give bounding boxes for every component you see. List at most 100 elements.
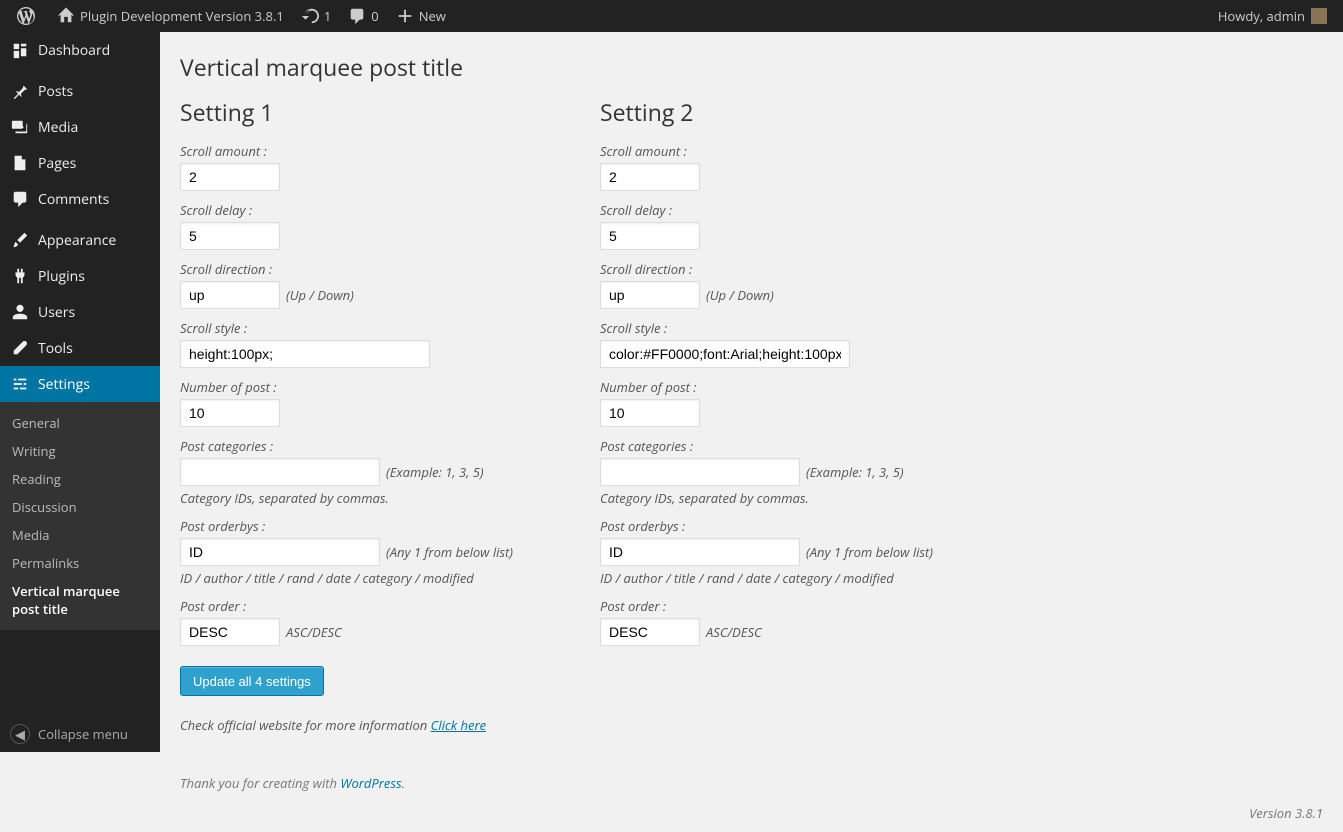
label-scroll-amount: Scroll amount : xyxy=(600,142,1000,160)
label-post-orderbys: Post orderbys : xyxy=(180,517,580,535)
updates-link[interactable]: 1 xyxy=(292,0,339,32)
label-scroll-delay: Scroll delay : xyxy=(600,201,1000,219)
account-link[interactable]: Howdy, admin xyxy=(1210,0,1335,32)
greeting: Howdy, admin xyxy=(1218,7,1305,25)
submenu-vertical-marquee[interactable]: Vertical marquee post title xyxy=(0,577,160,623)
main-content: Vertical marquee post title Setting 1 Sc… xyxy=(160,32,1343,832)
hint-order: ASC/DESC xyxy=(706,623,762,641)
label-post-categories: Post categories : xyxy=(180,437,580,455)
submit-button[interactable]: Update all 4 settings xyxy=(180,666,324,696)
hint-orderbys: (Any 1 from below list) xyxy=(806,543,933,561)
page-icon xyxy=(10,153,30,173)
input-post-order[interactable] xyxy=(180,618,280,646)
dashboard-icon xyxy=(10,40,30,60)
input-post-categories[interactable] xyxy=(600,458,800,486)
wp-logo[interactable] xyxy=(8,0,48,32)
footer-link[interactable]: Click here xyxy=(431,716,486,734)
comments-link[interactable]: 0 xyxy=(339,0,386,32)
input-post-order[interactable] xyxy=(600,618,700,646)
site-name: Plugin Development Version 3.8.1 xyxy=(80,7,284,25)
input-num-post[interactable] xyxy=(180,399,280,427)
setting-column-1: Setting 1 Scroll amount : Scroll delay :… xyxy=(180,87,580,646)
update-icon xyxy=(300,6,320,26)
settings-submenu: General Writing Reading Discussion Media… xyxy=(0,402,160,630)
label-scroll-style: Scroll style : xyxy=(600,319,1000,337)
plus-icon xyxy=(395,6,415,26)
comment-icon xyxy=(347,6,367,26)
input-scroll-amount[interactable] xyxy=(600,163,700,191)
plug-icon xyxy=(10,266,30,286)
submenu-media[interactable]: Media xyxy=(0,521,160,549)
input-scroll-direction[interactable] xyxy=(600,281,700,309)
admin-toolbar: Plugin Development Version 3.8.1 1 0 New… xyxy=(0,0,1343,32)
label-scroll-style: Scroll style : xyxy=(180,319,580,337)
hint-categories: (Example: 1, 3, 5) xyxy=(806,463,904,481)
submenu-general[interactable]: General xyxy=(0,409,160,437)
wrench-icon xyxy=(10,338,30,358)
avatar xyxy=(1311,8,1327,24)
submenu-reading[interactable]: Reading xyxy=(0,465,160,493)
label-post-order: Post order : xyxy=(180,597,580,615)
label-post-categories: Post categories : xyxy=(600,437,1000,455)
help-categories: Category IDs, separated by commas. xyxy=(600,489,1000,507)
menu-settings[interactable]: Settings xyxy=(0,366,160,402)
pin-icon xyxy=(10,81,30,101)
menu-posts[interactable]: Posts xyxy=(0,73,160,109)
menu-media[interactable]: Media xyxy=(0,109,160,145)
label-post-order: Post order : xyxy=(600,597,1000,615)
label-scroll-direction: Scroll direction : xyxy=(600,260,1000,278)
label-scroll-delay: Scroll delay : xyxy=(180,201,580,219)
input-scroll-direction[interactable] xyxy=(180,281,280,309)
menu-pages[interactable]: Pages xyxy=(0,145,160,181)
media-icon xyxy=(10,117,30,137)
label-num-post: Number of post : xyxy=(600,378,1000,396)
submenu-permalinks[interactable]: Permalinks xyxy=(0,549,160,577)
input-scroll-style[interactable] xyxy=(600,340,850,368)
home-icon xyxy=(56,6,76,26)
label-num-post: Number of post : xyxy=(180,378,580,396)
brush-icon xyxy=(10,230,30,250)
help-orderbys: ID / author / title / rand / date / cate… xyxy=(600,569,1000,587)
thank-you: Thank you for creating with WordPress. xyxy=(180,774,1323,792)
submenu-discussion[interactable]: Discussion xyxy=(0,493,160,521)
help-categories: Category IDs, separated by commas. xyxy=(180,489,580,507)
user-icon xyxy=(10,302,30,322)
collapse-icon: ◀ xyxy=(10,724,30,744)
input-post-orderbys[interactable] xyxy=(600,538,800,566)
input-post-orderbys[interactable] xyxy=(180,538,380,566)
menu-appearance[interactable]: Appearance xyxy=(0,222,160,258)
sliders-icon xyxy=(10,374,30,394)
input-scroll-delay[interactable] xyxy=(600,222,700,250)
wordpress-link[interactable]: WordPress xyxy=(340,774,401,792)
collapse-menu[interactable]: ◀Collapse menu xyxy=(0,716,160,752)
site-link[interactable]: Plugin Development Version 3.8.1 xyxy=(48,0,292,32)
input-scroll-delay[interactable] xyxy=(180,222,280,250)
label-post-orderbys: Post orderbys : xyxy=(600,517,1000,535)
setting-column-2: Setting 2 Scroll amount : Scroll delay :… xyxy=(600,87,1000,646)
page-title: Vertical marquee post title xyxy=(180,42,1323,87)
new-label: New xyxy=(419,7,446,25)
hint-orderbys: (Any 1 from below list) xyxy=(386,543,513,561)
admin-sidebar: Dashboard Posts Media Pages Comments App… xyxy=(0,32,160,752)
menu-users[interactable]: Users xyxy=(0,294,160,330)
input-num-post[interactable] xyxy=(600,399,700,427)
new-link[interactable]: New xyxy=(387,0,454,32)
updates-count: 1 xyxy=(324,7,331,25)
menu-comments[interactable]: Comments xyxy=(0,181,160,217)
help-orderbys: ID / author / title / rand / date / cate… xyxy=(180,569,580,587)
menu-tools[interactable]: Tools xyxy=(0,330,160,366)
footer-note: Check official website for more informat… xyxy=(180,716,1323,734)
input-scroll-amount[interactable] xyxy=(180,163,280,191)
label-scroll-direction: Scroll direction : xyxy=(180,260,580,278)
input-scroll-style[interactable] xyxy=(180,340,430,368)
setting-heading: Setting 2 xyxy=(600,87,1000,132)
label-scroll-amount: Scroll amount : xyxy=(180,142,580,160)
menu-plugins[interactable]: Plugins xyxy=(0,258,160,294)
hint-categories: (Example: 1, 3, 5) xyxy=(386,463,484,481)
setting-heading: Setting 1 xyxy=(180,87,580,132)
input-post-categories[interactable] xyxy=(180,458,380,486)
menu-dashboard[interactable]: Dashboard xyxy=(0,32,160,68)
submenu-writing[interactable]: Writing xyxy=(0,437,160,465)
hint-direction: (Up / Down) xyxy=(286,286,354,304)
wordpress-icon xyxy=(16,6,36,26)
